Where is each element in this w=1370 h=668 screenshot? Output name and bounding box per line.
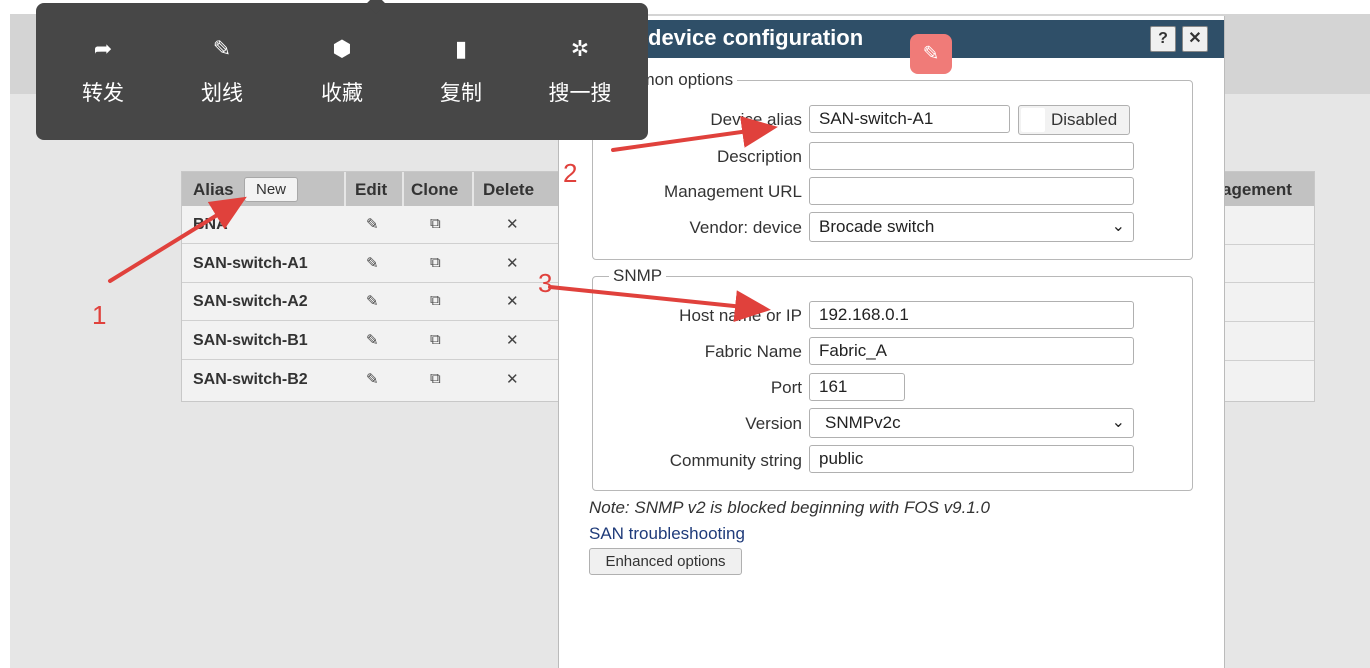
annotation-3: 3 — [538, 268, 553, 298]
annotation-2: 2 — [563, 158, 578, 188]
arrow-1 — [108, 196, 247, 283]
arrow-2 — [611, 116, 778, 152]
annotation-arrows — [108, 116, 778, 323]
arrow-3 — [548, 285, 771, 323]
annotation-1: 1 — [92, 300, 107, 330]
